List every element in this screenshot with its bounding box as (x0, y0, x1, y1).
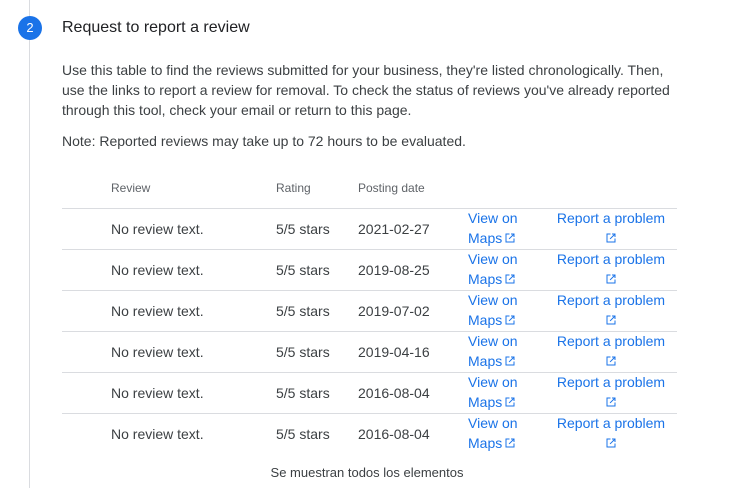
view-on-maps-link[interactable]: View on Maps (468, 249, 538, 289)
open-in-new-icon (504, 311, 516, 325)
open-in-new-icon (504, 434, 516, 448)
view-on-maps-line1: View on (468, 210, 518, 226)
review-posting-date: 2016-08-04 (358, 426, 430, 442)
review-rating: 5/5 stars (276, 262, 330, 278)
review-text: No review text. (111, 385, 204, 401)
table-row: No review text. 5/5 stars 2019-07-02 View o… (62, 291, 677, 332)
review-text: No review text. (111, 426, 204, 442)
review-posting-date: 2016-08-04 (358, 385, 430, 401)
view-on-maps-link[interactable]: View on Maps (468, 372, 538, 412)
view-on-maps-line2: Maps (468, 312, 503, 328)
open-in-new-icon (504, 393, 516, 407)
report-a-problem-link[interactable]: Report a problem (551, 249, 671, 289)
report-a-problem-link[interactable]: Report a problem (551, 331, 671, 371)
table-row: No review text. 5/5 stars 2016-08-04 View o… (62, 373, 677, 414)
view-on-maps-line1: View on (468, 251, 518, 267)
header-rating: Rating (276, 181, 311, 195)
table-row: No review text. 5/5 stars 2019-08-25 View o… (62, 250, 677, 291)
step-connector-line (29, 0, 30, 488)
report-a-problem-label: Report a problem (556, 374, 666, 390)
open-in-new-icon (504, 352, 516, 366)
open-in-new-icon (605, 434, 617, 448)
note-text: Note: Reported reviews may take up to 72… (62, 133, 466, 149)
open-in-new-icon (504, 270, 516, 284)
reviews-table: Review Rating Posting date No review tex… (62, 167, 677, 454)
report-a-problem-label: Report a problem (556, 333, 666, 349)
table-row: No review text. 5/5 stars 2021-02-27 View o… (62, 209, 677, 250)
report-a-problem-link[interactable]: Report a problem (551, 413, 671, 453)
review-posting-date: 2019-08-25 (358, 262, 430, 278)
open-in-new-icon (605, 311, 617, 325)
view-on-maps-link[interactable]: View on Maps (468, 331, 538, 371)
view-on-maps-line2: Maps (468, 435, 503, 451)
view-on-maps-line1: View on (468, 415, 518, 431)
report-a-problem-label: Report a problem (556, 210, 666, 226)
review-rating: 5/5 stars (276, 385, 330, 401)
table-row: No review text. 5/5 stars 2016-08-04 View o… (62, 414, 677, 454)
header-review: Review (111, 181, 151, 195)
view-on-maps-line1: View on (468, 374, 518, 390)
review-text: No review text. (111, 262, 204, 278)
view-on-maps-line2: Maps (468, 394, 503, 410)
step-title: Request to report a review (62, 19, 250, 36)
view-on-maps-line2: Maps (468, 271, 503, 287)
report-a-problem-label: Report a problem (556, 415, 666, 431)
report-a-problem-link[interactable]: Report a problem (551, 290, 671, 330)
open-in-new-icon (605, 352, 617, 366)
intro-text: Use this table to find the reviews submi… (62, 62, 670, 118)
view-on-maps-link[interactable]: View on Maps (468, 413, 538, 453)
review-rating: 5/5 stars (276, 221, 330, 237)
review-posting-date: 2019-04-16 (358, 344, 430, 360)
open-in-new-icon (605, 229, 617, 243)
open-in-new-icon (605, 270, 617, 284)
review-text: No review text. (111, 344, 204, 360)
review-posting-date: 2021-02-27 (358, 221, 430, 237)
table-row: No review text. 5/5 stars 2019-04-16 View o… (62, 332, 677, 373)
review-text: No review text. (111, 221, 204, 237)
all-items-shown-text: Se muestran todos los elementos (270, 465, 464, 480)
step-number-badge: 2 (18, 16, 42, 40)
report-a-problem-label: Report a problem (556, 292, 666, 308)
report-a-problem-link[interactable]: Report a problem (551, 208, 671, 248)
view-on-maps-line1: View on (468, 333, 518, 349)
view-on-maps-line1: View on (468, 292, 518, 308)
view-on-maps-line2: Maps (468, 353, 503, 369)
review-text: No review text. (111, 303, 204, 319)
view-on-maps-link[interactable]: View on Maps (468, 290, 538, 330)
open-in-new-icon (605, 393, 617, 407)
view-on-maps-link[interactable]: View on Maps (468, 208, 538, 248)
report-a-problem-label: Report a problem (556, 251, 666, 267)
header-posting-date: Posting date (358, 181, 425, 195)
table-header: Review Rating Posting date (62, 167, 677, 209)
review-rating: 5/5 stars (276, 344, 330, 360)
review-posting-date: 2019-07-02 (358, 303, 430, 319)
review-rating: 5/5 stars (276, 303, 330, 319)
view-on-maps-line2: Maps (468, 230, 503, 246)
open-in-new-icon (504, 229, 516, 243)
report-a-problem-link[interactable]: Report a problem (551, 372, 671, 412)
table-body: No review text. 5/5 stars 2021-02-27 View o… (62, 209, 677, 454)
review-rating: 5/5 stars (276, 426, 330, 442)
